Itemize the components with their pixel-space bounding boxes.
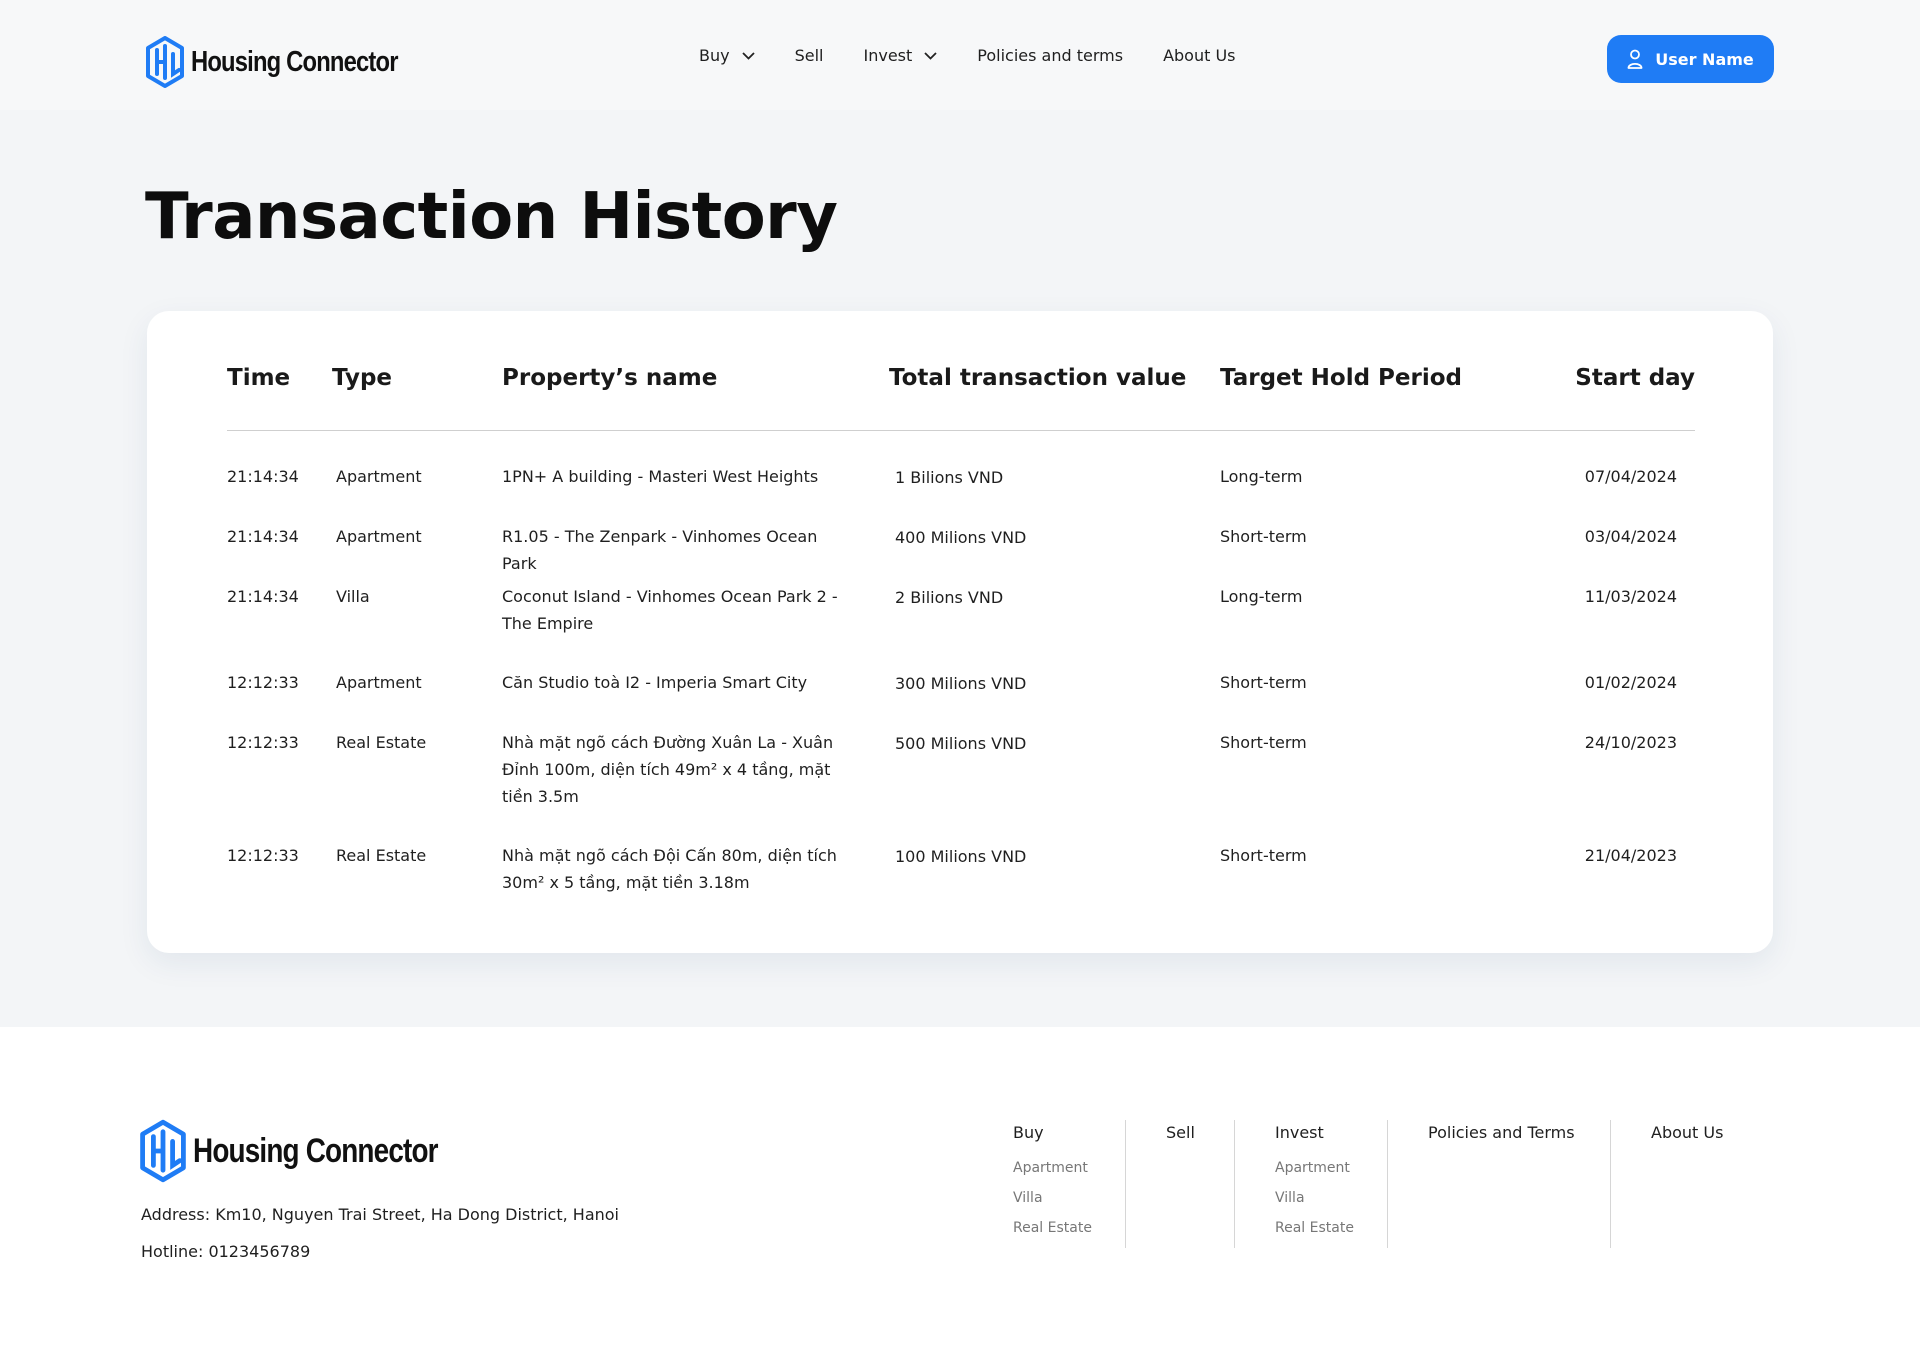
column-header-property-name: Property’s name	[502, 365, 718, 391]
cell-property-name: Coconut Island - Vinhomes Ocean Park 2 -…	[502, 587, 838, 633]
footer-address: Address: Km10, Nguyen Trai Street, Ha Do…	[141, 1205, 619, 1224]
cell-property-name: 1PN+ A building - Masteri West Heights	[502, 467, 819, 486]
footer-link-real-estate[interactable]: Real Estate	[1275, 1220, 1354, 1236]
cell-start-day: 03/04/2024	[1584, 527, 1677, 546]
transaction-table-card: Time Type Property’s name Total transact…	[147, 311, 1773, 953]
nav-item-invest[interactable]: Invest	[863, 46, 937, 65]
column-header-start-day: Start day	[1575, 365, 1695, 391]
footer-hotline: Hotline: 0123456789	[141, 1242, 311, 1261]
footer-divider	[1610, 1120, 1611, 1248]
cell-type: Real Estate	[336, 733, 427, 752]
cell-total-value: 400 Milions VND	[895, 528, 1027, 547]
site-header: Housing Connector Buy Sell Invest Polici…	[0, 0, 1920, 110]
cell-hold-period: Long-term	[1220, 467, 1303, 486]
footer-link-invest[interactable]: Invest	[1275, 1123, 1354, 1142]
cell-property-name: Nhà mặt ngõ cách Đội Cấn 80m, diện tích …	[502, 846, 837, 892]
cell-time: 21:14:34	[227, 467, 299, 486]
cell-type: Real Estate	[336, 846, 427, 865]
footer-logo[interactable]: Housing Connector	[139, 1119, 491, 1183]
site-footer: Housing Connector Address: Km10, Nguyen …	[0, 1027, 1920, 1358]
footer-column-about: About Us	[1651, 1123, 1723, 1142]
nav-item-sell[interactable]: Sell	[795, 46, 824, 65]
chevron-down-icon	[741, 51, 755, 60]
user-account-button[interactable]: User Name	[1607, 35, 1774, 83]
table-header-divider	[227, 430, 1695, 431]
cell-property-name: Nhà mặt ngõ cách Đường Xuân La - Xuân Đỉ…	[502, 733, 834, 806]
cell-time: 12:12:33	[227, 733, 299, 752]
cell-type: Apartment	[336, 527, 422, 546]
cell-start-day: 11/03/2024	[1584, 587, 1677, 606]
column-header-total-value: Total transaction value	[889, 365, 1187, 391]
cell-hold-period: Long-term	[1220, 587, 1303, 606]
cell-start-day: 01/02/2024	[1584, 673, 1677, 692]
footer-link-sell[interactable]: Sell	[1166, 1123, 1195, 1142]
footer-link-apartment[interactable]: Apartment	[1013, 1160, 1092, 1176]
cell-property-name: Căn Studio toà I2 - Imperia Smart City	[502, 673, 808, 692]
cell-time: 21:14:34	[227, 527, 299, 546]
nav-item-about[interactable]: About Us	[1163, 46, 1235, 65]
cell-total-value: 100 Milions VND	[895, 847, 1027, 866]
housing-connector-logo-icon	[140, 1119, 186, 1183]
nav-item-label: Policies and terms	[977, 46, 1124, 65]
nav-item-policies[interactable]: Policies and terms	[977, 46, 1123, 65]
cell-total-value: 500 Milions VND	[895, 734, 1027, 753]
cell-time: 12:12:33	[227, 673, 299, 692]
chevron-down-icon	[924, 51, 937, 60]
cell-total-value: 300 Milions VND	[895, 674, 1027, 693]
page-title: Transaction History	[145, 180, 838, 254]
footer-divider	[1234, 1120, 1235, 1248]
footer-divider	[1387, 1120, 1388, 1248]
footer-link-apartment[interactable]: Apartment	[1275, 1160, 1354, 1176]
cell-start-day: 07/04/2024	[1584, 467, 1677, 486]
nav-item-buy[interactable]: Buy	[699, 46, 755, 65]
cell-start-day: 24/10/2023	[1584, 733, 1677, 752]
user-icon	[1627, 49, 1643, 69]
column-header-hold-period: Target Hold Period	[1220, 365, 1463, 391]
footer-divider	[1125, 1120, 1126, 1248]
cell-time: 21:14:34	[227, 587, 299, 606]
user-button-label: User Name	[1655, 49, 1754, 69]
nav-item-label: Buy	[699, 46, 730, 65]
cell-hold-period: Short-term	[1220, 733, 1307, 752]
footer-link-villa[interactable]: Villa	[1275, 1190, 1354, 1206]
brand-name: Housing Connector	[191, 45, 398, 78]
column-header-time: Time	[227, 365, 291, 391]
cell-property-name: R1.05 - The Zenpark - Vinhomes Ocean Par…	[502, 527, 818, 573]
cell-total-value: 1 Bilions VND	[895, 468, 1004, 487]
nav-item-label: Sell	[794, 46, 824, 65]
cell-start-day: 21/04/2023	[1584, 846, 1677, 865]
footer-column-invest: Invest Apartment Villa Real Estate	[1275, 1123, 1354, 1236]
cell-type: Apartment	[336, 467, 422, 486]
cell-hold-period: Short-term	[1220, 673, 1307, 692]
nav-item-label: About Us	[1163, 46, 1236, 65]
cell-hold-period: Short-term	[1220, 846, 1307, 865]
cell-time: 12:12:33	[227, 846, 299, 865]
cell-hold-period: Short-term	[1220, 527, 1307, 546]
cell-total-value: 2 Bilions VND	[895, 588, 1004, 607]
footer-link-about[interactable]: About Us	[1651, 1123, 1723, 1142]
footer-link-villa[interactable]: Villa	[1013, 1190, 1092, 1206]
nav-item-label: Invest	[863, 46, 913, 65]
footer-link-real-estate[interactable]: Real Estate	[1013, 1220, 1092, 1236]
footer-column-policies: Policies and Terms	[1428, 1123, 1575, 1142]
cell-type: Villa	[336, 587, 370, 606]
housing-connector-logo-icon	[146, 36, 184, 88]
main-nav: Buy Sell Invest Policies and terms About…	[699, 46, 1236, 65]
footer-column-buy: Buy Apartment Villa Real Estate	[1013, 1123, 1092, 1236]
cell-type: Apartment	[336, 673, 422, 692]
footer-column-sell: Sell	[1166, 1123, 1195, 1142]
footer-link-buy[interactable]: Buy	[1013, 1123, 1092, 1142]
footer-link-policies[interactable]: Policies and Terms	[1428, 1123, 1575, 1142]
header-logo[interactable]: Housing Connector	[145, 36, 443, 88]
brand-name: Housing Connector	[193, 1131, 439, 1170]
column-header-type: Type	[332, 365, 393, 391]
